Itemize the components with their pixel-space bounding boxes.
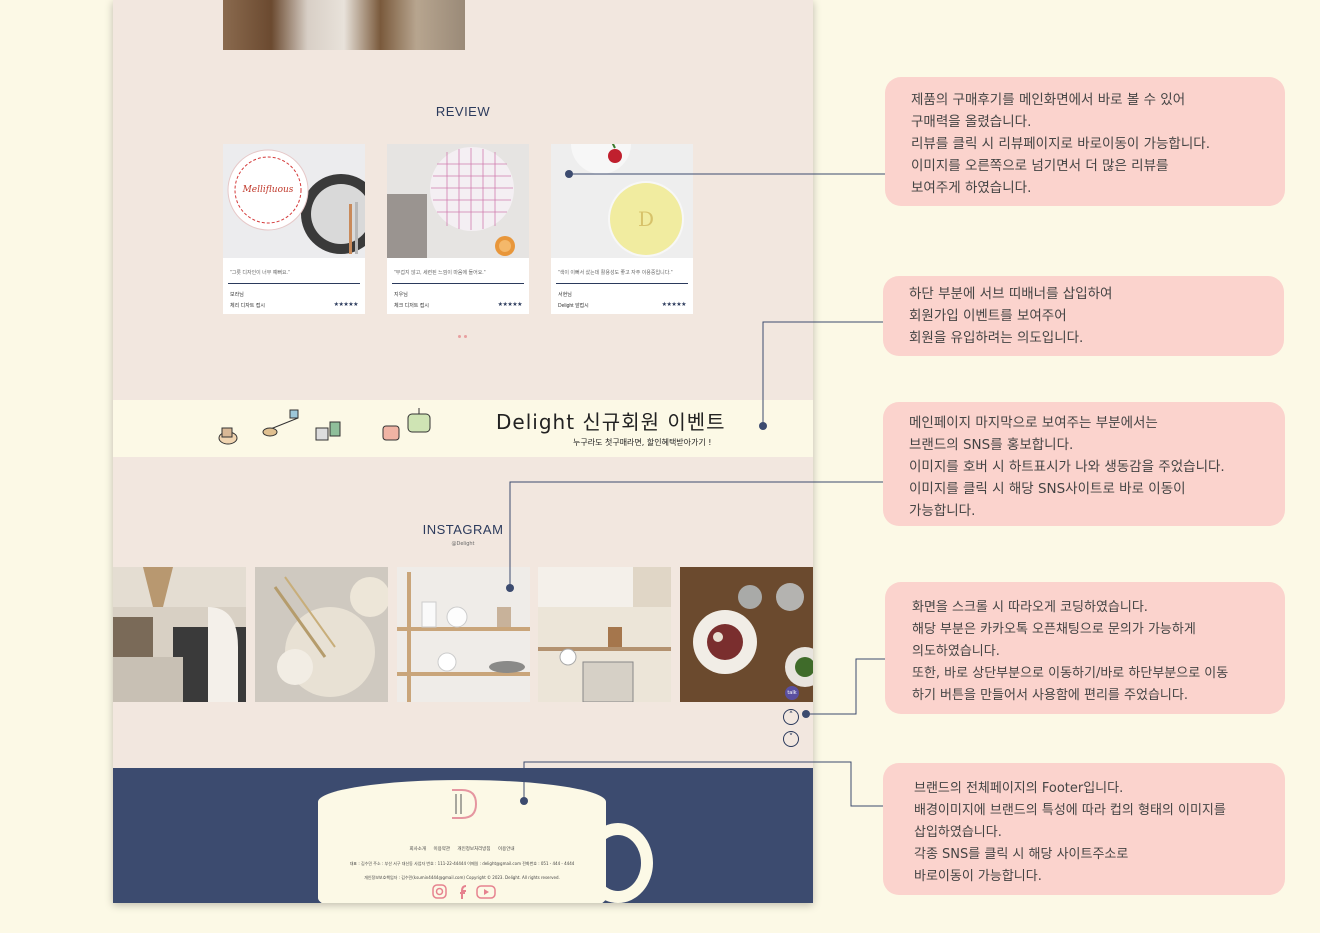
annotation-connectors bbox=[506, 170, 885, 807]
